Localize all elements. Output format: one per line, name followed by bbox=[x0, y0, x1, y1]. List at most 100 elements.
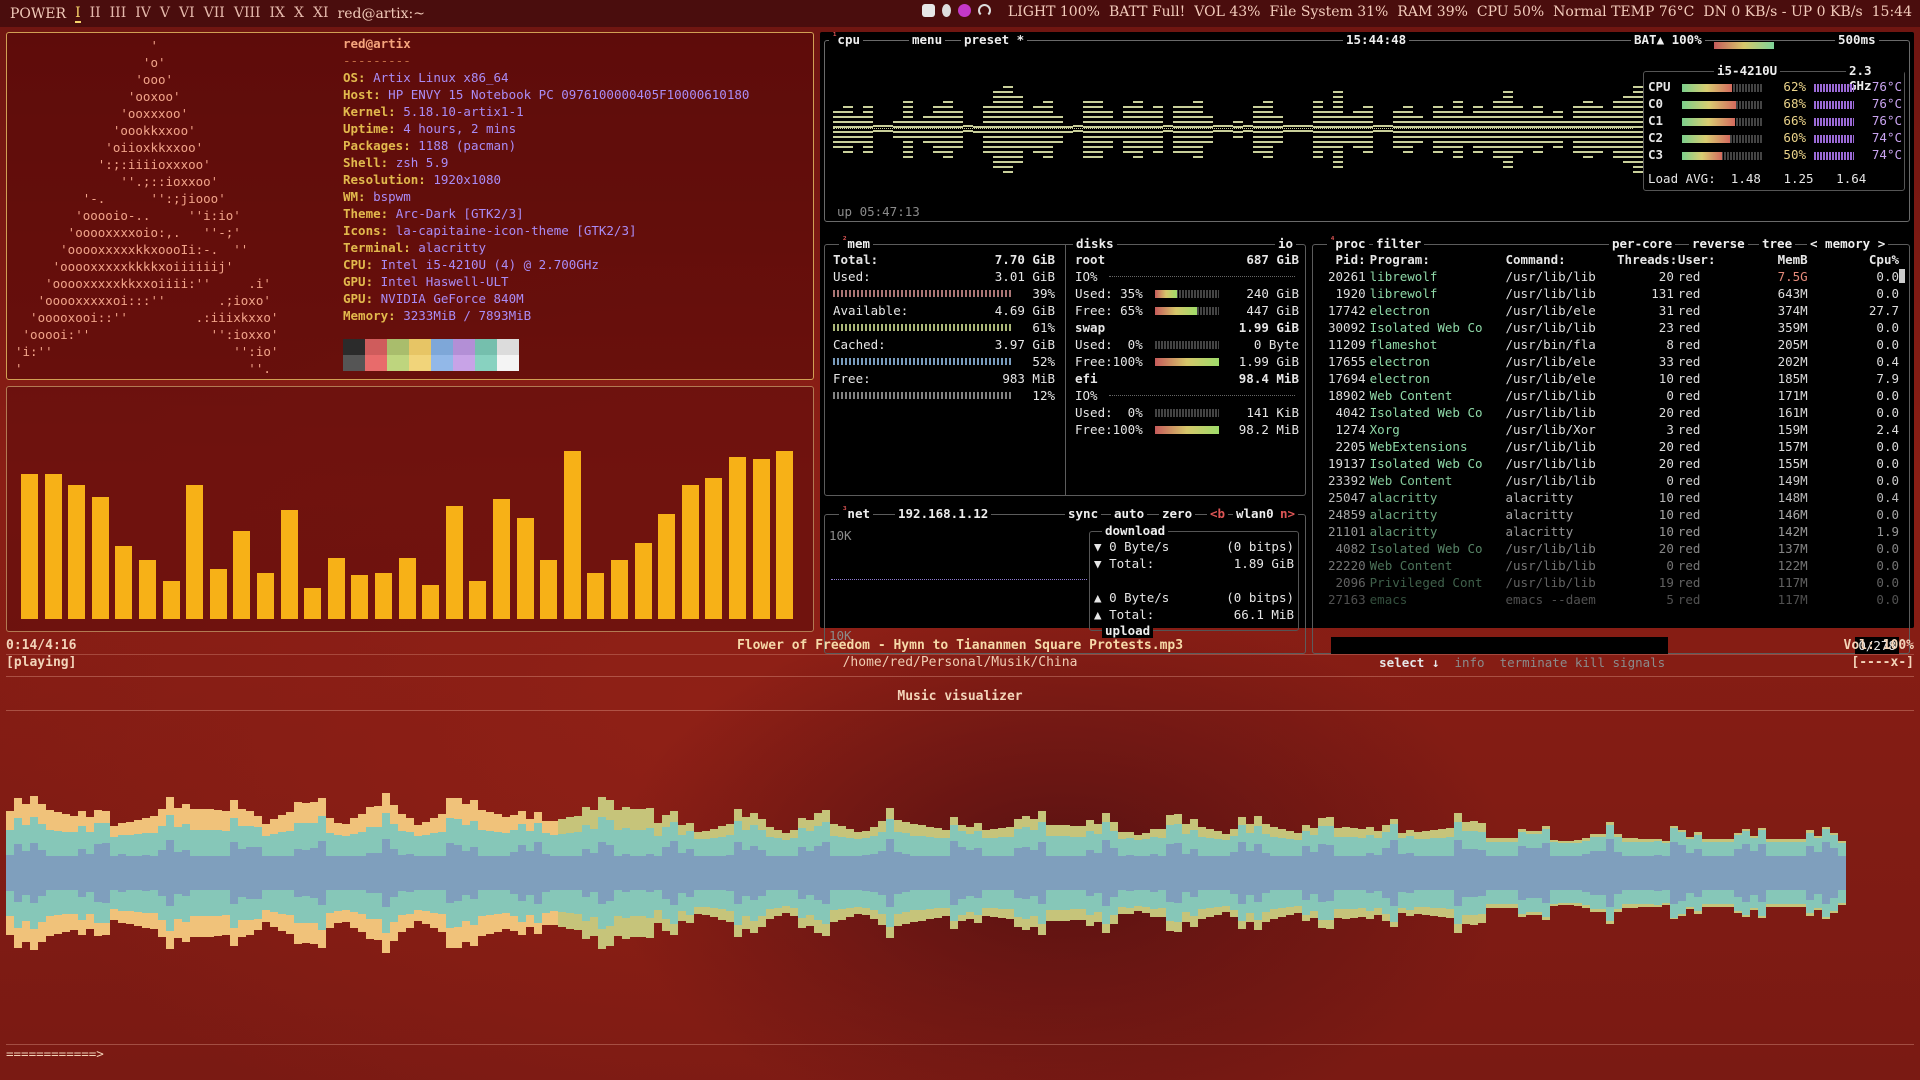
table-row[interactable]: 2096 Privileged Cont/usr/lib/lib 19 red 117M… bbox=[1321, 574, 1901, 591]
cava-bar bbox=[21, 474, 38, 619]
disk-row: Free:100% 98.2 MiB bbox=[1075, 422, 1299, 437]
tree-toggle[interactable]: tree bbox=[1759, 236, 1796, 251]
table-row[interactable]: 1920 librewolf/usr/lib/lib 131 red 643M 0.0 bbox=[1321, 285, 1901, 302]
track-path: /home/red/Personal/Musik/China bbox=[842, 655, 1078, 670]
proc-scrollbar[interactable] bbox=[1899, 269, 1905, 283]
color-palette bbox=[343, 339, 519, 371]
discord-icon[interactable] bbox=[922, 4, 935, 17]
cava-bar bbox=[162, 581, 180, 619]
workspace-6[interactable]: VI bbox=[179, 5, 195, 23]
next-iface-button[interactable]: n> bbox=[1277, 506, 1299, 521]
io-toggle[interactable]: io bbox=[1275, 236, 1297, 251]
reverse-toggle[interactable]: reverse bbox=[1689, 236, 1748, 251]
uptime: up 05:47:13 bbox=[837, 204, 920, 219]
cava-bars bbox=[21, 409, 801, 619]
table-row[interactable]: 4042 Isolated Web Co/usr/lib/lib 20 red 161M… bbox=[1321, 404, 1901, 421]
net-title[interactable]: ³net bbox=[839, 506, 873, 521]
per-core-toggle[interactable]: per-core bbox=[1609, 236, 1676, 251]
table-row[interactable]: 17655 electron/usr/lib/ele 33 red 202M 0.4 bbox=[1321, 353, 1901, 370]
mem-meter: 39% bbox=[833, 285, 1055, 302]
cava-bar bbox=[375, 572, 392, 619]
table-row[interactable]: 4082 Isolated Web Co/usr/lib/lib 20 red 137M… bbox=[1321, 540, 1901, 557]
workspace-3[interactable]: III bbox=[110, 5, 127, 23]
table-row[interactable]: 1274 Xorg/usr/lib/Xor 3 red 159M 2.4 bbox=[1321, 421, 1901, 438]
mem-title[interactable]: ²mem bbox=[839, 236, 873, 251]
palette-swatch bbox=[431, 339, 453, 371]
update-interval[interactable]: 500ms bbox=[1835, 32, 1879, 47]
proc-header[interactable]: Pid: bbox=[1321, 251, 1368, 268]
mem-meter: 12% bbox=[833, 387, 1055, 404]
music-player[interactable]: 0:14/4:16 [playing] Flower of Freedom - … bbox=[0, 636, 1920, 1080]
neofetch-terminal[interactable]: ' 'o' 'ooo' 'ooxoo' 'ooxxxoo' 'oookkxxoo… bbox=[6, 32, 814, 380]
table-row[interactable]: 18902 Web Content/usr/lib/lib 0 red 171M 0.0 bbox=[1321, 387, 1901, 404]
proc-title[interactable]: ⁴proc bbox=[1327, 236, 1369, 251]
cava-bar bbox=[658, 514, 676, 619]
wifi-icon[interactable] bbox=[978, 4, 991, 17]
cava-visualizer[interactable] bbox=[6, 386, 814, 632]
volume[interactable]: Vol: 100% bbox=[1844, 638, 1914, 653]
app-icon[interactable] bbox=[958, 4, 971, 17]
mem-row: Available: 4.69 GiB bbox=[833, 303, 1055, 318]
table-row[interactable]: 22220 Web Content/usr/lib/lib 0 red 122M 0.0 bbox=[1321, 557, 1901, 574]
workspace-4[interactable]: IV bbox=[135, 5, 151, 23]
proc-header[interactable]: MemB bbox=[1747, 251, 1810, 268]
bluetooth-icon[interactable] bbox=[942, 4, 951, 17]
disks-title[interactable]: disks bbox=[1073, 236, 1117, 251]
table-row[interactable]: 20261 librewolf/usr/lib/lib 20 red 7.5G 0.0 bbox=[1321, 268, 1901, 285]
workspace-9[interactable]: IX bbox=[270, 5, 286, 23]
prev-iface-button[interactable]: <b bbox=[1207, 506, 1229, 521]
auto-toggle[interactable]: auto bbox=[1111, 506, 1148, 521]
workspace-7[interactable]: VII bbox=[204, 5, 225, 23]
ul-rate: ▲ 0 Byte/s (0 bitps) bbox=[1094, 590, 1294, 605]
table-row[interactable]: 30092 Isolated Web Co/usr/lib/lib 23 red 359… bbox=[1321, 319, 1901, 336]
table-row[interactable]: 21101 alacritty alacritty 10 red 142M 1.9 bbox=[1321, 523, 1901, 540]
progress-bar[interactable]: ============> bbox=[6, 1046, 104, 1061]
cpu-model: i5-4210U bbox=[1714, 63, 1781, 78]
btop-window[interactable]: ¹cpu menu preset * 15:44:48 BAT▲ 100% 50… bbox=[820, 32, 1914, 670]
menu-button[interactable]: menu bbox=[909, 32, 946, 47]
filter-button[interactable]: filter bbox=[1373, 236, 1425, 251]
cava-bar bbox=[115, 545, 133, 619]
table-row[interactable]: 17742 electron/usr/lib/ele 31 red 374M 27.7 bbox=[1321, 302, 1901, 319]
zero-toggle[interactable]: zero bbox=[1159, 506, 1196, 521]
proc-header[interactable]: Threads: bbox=[1615, 251, 1677, 268]
workspace-2[interactable]: II bbox=[90, 5, 101, 23]
disk-row: Free:100% 1.99 GiB bbox=[1075, 354, 1299, 369]
table-row[interactable]: 27163 emacs emacs --daem 5 red 117M 0.0 bbox=[1321, 591, 1901, 608]
workspace-5[interactable]: V bbox=[160, 5, 170, 23]
workspace-1[interactable]: I bbox=[75, 5, 81, 23]
table-row[interactable]: 24859 alacritty alacritty 10 red 146M 0.0 bbox=[1321, 506, 1901, 523]
net-scale-top: 10K bbox=[829, 528, 852, 543]
process-table: Pid: Program: Command: Threads: User: MemB Cpu… bbox=[1321, 251, 1901, 608]
sync-toggle[interactable]: sync bbox=[1065, 506, 1102, 521]
table-row[interactable]: 2205 WebExtensions/usr/lib/lib 20 red 157M 0.… bbox=[1321, 438, 1901, 455]
table-row[interactable]: 11209 flameshot/usr/bin/fla 8 red 205M 0.0 bbox=[1321, 336, 1901, 353]
proc-header[interactable]: Program: bbox=[1368, 251, 1504, 268]
proc-header[interactable]: User: bbox=[1676, 251, 1747, 268]
disk-row: Used: 0% 141 KiB bbox=[1075, 405, 1299, 420]
info-row: OS: Artix Linux x86_64 bbox=[343, 70, 509, 85]
cava-bar bbox=[445, 505, 463, 619]
cpu-clock: 15:44:48 bbox=[1343, 32, 1410, 47]
palette-swatch bbox=[475, 339, 497, 371]
table-row[interactable]: 23392 Web Content/usr/lib/lib 0 red 149M 0.0 bbox=[1321, 472, 1901, 489]
table-row[interactable]: 25047 alacritty alacritty 10 red 148M 0.4 bbox=[1321, 489, 1901, 506]
proc-header[interactable]: Command: bbox=[1504, 251, 1616, 268]
proc-header[interactable]: Cpu% bbox=[1810, 251, 1901, 268]
status-item: DN 0 KB/s - UP 0 KB/s bbox=[1703, 4, 1863, 20]
power-label[interactable]: POWER bbox=[10, 6, 66, 22]
table-row[interactable]: 19137 Isolated Web Co/usr/lib/lib 20 red 155… bbox=[1321, 455, 1901, 472]
workspace-10[interactable]: X bbox=[294, 5, 304, 23]
info-row: Terminal: alacritty bbox=[343, 240, 486, 255]
mem-meter: 61% bbox=[833, 319, 1055, 336]
battery-status: BAT▲ 100% bbox=[1631, 32, 1705, 47]
cpu-graph bbox=[833, 73, 1643, 183]
cava-bar bbox=[44, 474, 62, 619]
workspace-8[interactable]: VIII bbox=[234, 5, 261, 23]
sort-selector[interactable]: < memory > bbox=[1807, 236, 1889, 251]
palette-swatch bbox=[365, 339, 387, 371]
cpu-title[interactable]: ¹cpu bbox=[829, 32, 863, 47]
preset-button[interactable]: preset * bbox=[961, 32, 1028, 47]
table-row[interactable]: 17694 electron/usr/lib/ele 10 red 185M 7.9 bbox=[1321, 370, 1901, 387]
workspace-11[interactable]: XI bbox=[313, 5, 329, 23]
